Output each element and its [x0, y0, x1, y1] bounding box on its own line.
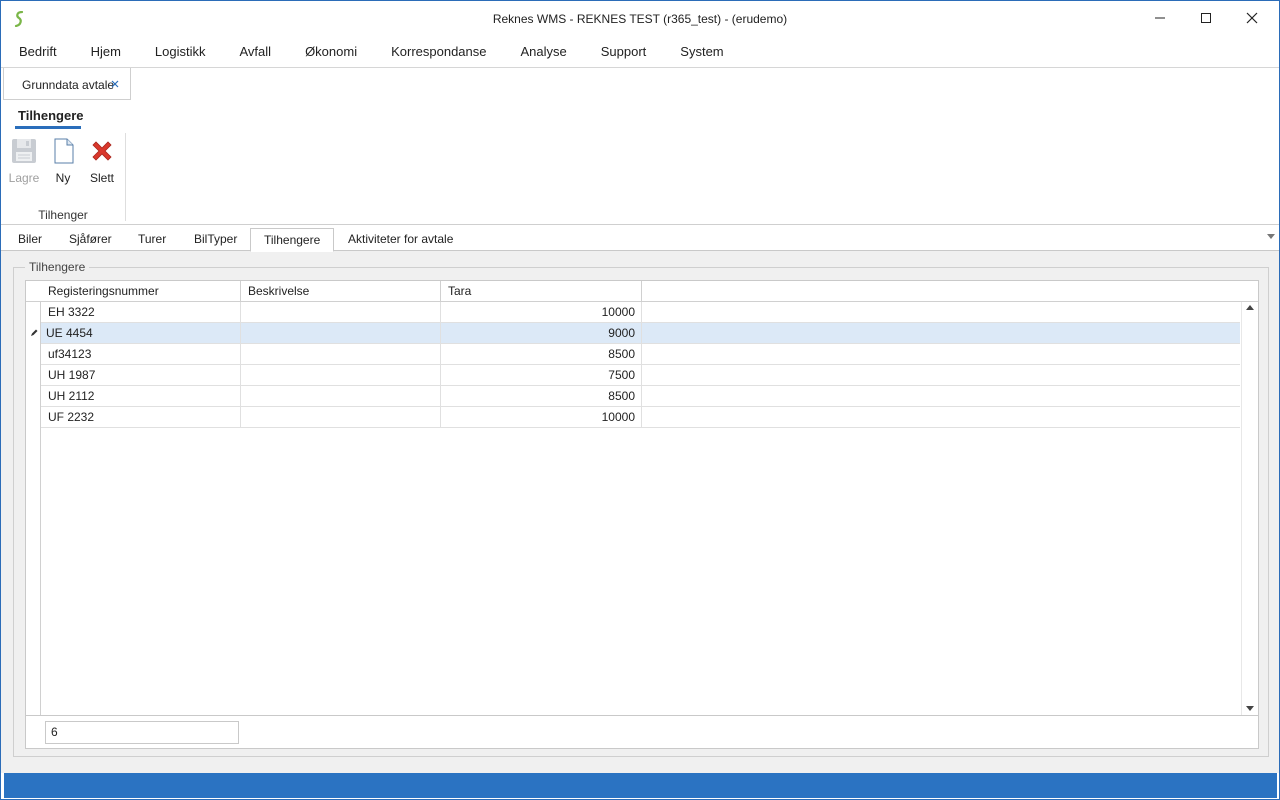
- ribbon-tab-tilhengere[interactable]: Tilhengere: [18, 108, 84, 123]
- new-button-label: Ny: [55, 171, 71, 185]
- groupbox-label: Tilhengere: [25, 260, 90, 274]
- table-row[interactable]: EH 3322 10000: [41, 302, 1240, 323]
- tab-biler[interactable]: Biler: [6, 228, 54, 251]
- save-button-label: Lagre: [8, 171, 40, 185]
- content-area: Biler Sjåfører Turer BilTyper Tilhengere…: [1, 225, 1279, 773]
- ribbon-tab-underline: [15, 126, 81, 129]
- row-count-field: 6: [45, 721, 239, 744]
- column-header-registeringsnummer[interactable]: Registeringsnummer: [41, 281, 241, 301]
- document-tab-label: Grunndata avtale: [22, 78, 115, 92]
- menu-bar: Bedrift Hjem Logistikk Avfall Økonomi Ko…: [1, 39, 1279, 67]
- document-tab-strip: Grunndata avtale: [1, 67, 1279, 100]
- minimize-button[interactable]: [1137, 1, 1183, 35]
- cell-registeringsnummer[interactable]: uf34123: [41, 344, 241, 364]
- tab-tilhengere[interactable]: Tilhengere: [250, 228, 335, 252]
- cell-tara[interactable]: 8500: [441, 386, 642, 406]
- close-button[interactable]: [1229, 1, 1275, 35]
- tab-turer[interactable]: Turer: [126, 228, 178, 251]
- menu-item-analyse[interactable]: Analyse: [504, 39, 584, 67]
- cell-tara[interactable]: 10000: [441, 407, 642, 427]
- menu-item-avfall[interactable]: Avfall: [223, 39, 289, 67]
- tab-close-icon[interactable]: [110, 79, 120, 89]
- vertical-scrollbar[interactable]: [1241, 302, 1258, 715]
- menu-item-hjem[interactable]: Hjem: [74, 39, 138, 67]
- cell-registeringsnummer[interactable]: UH 2112: [41, 386, 241, 406]
- cell-registeringsnummer[interactable]: UE 4454: [41, 323, 241, 343]
- status-bar: [4, 773, 1277, 798]
- row-indicator-column: [26, 281, 41, 715]
- cell-beskrivelse[interactable]: [241, 323, 441, 343]
- menu-item-okonomi[interactable]: Økonomi: [288, 39, 374, 67]
- menu-item-system[interactable]: System: [663, 39, 740, 67]
- tab-sjaforer[interactable]: Sjåfører: [57, 228, 124, 251]
- cell-beskrivelse[interactable]: [241, 344, 441, 364]
- groupbox-tilhengere: Tilhengere Registeringsnummer Beskrivels…: [13, 260, 1269, 757]
- title-bar: Reknes WMS - REKNES TEST (r365_test) - (…: [1, 1, 1279, 37]
- cell-beskrivelse[interactable]: [241, 407, 441, 427]
- ribbon-group-tilhenger: Lagre Ny Slett Tilhenger: [4, 133, 126, 222]
- trailers-grid: Registeringsnummer Beskrivelse Tara EH 3…: [25, 280, 1259, 716]
- cell-tara[interactable]: 10000: [441, 302, 642, 322]
- content-tab-strip: Biler Sjåfører Turer BilTyper Tilhengere…: [1, 225, 1279, 252]
- table-row[interactable]: UE 4454 9000: [41, 323, 1240, 344]
- cell-beskrivelse[interactable]: [241, 365, 441, 385]
- menu-item-logistikk[interactable]: Logistikk: [138, 39, 223, 67]
- cell-beskrivelse[interactable]: [241, 302, 441, 322]
- cell-tara[interactable]: 7500: [441, 365, 642, 385]
- new-document-icon: [54, 138, 74, 164]
- delete-button[interactable]: Slett: [82, 133, 122, 185]
- document-tab-grunndata-avtale[interactable]: Grunndata avtale: [3, 68, 131, 100]
- menu-item-korrespondanse[interactable]: Korrespondanse: [374, 39, 503, 67]
- grid-header: Registeringsnummer Beskrivelse Tara: [26, 281, 1258, 302]
- ribbon-group-label: Tilhenger: [38, 208, 88, 222]
- column-header-beskrivelse[interactable]: Beskrivelse: [241, 281, 441, 301]
- maximize-icon: [1201, 13, 1211, 23]
- tab-biltyper[interactable]: BilTyper: [182, 228, 249, 251]
- window-title: Reknes WMS - REKNES TEST (r365_test) - (…: [492, 12, 788, 26]
- delete-x-icon: [92, 141, 112, 161]
- maximize-button[interactable]: [1183, 1, 1229, 35]
- tab-aktiviteter-for-avtale[interactable]: Aktiviteter for avtale: [336, 228, 465, 251]
- edit-pencil-icon: [31, 329, 38, 336]
- table-row[interactable]: UH 2112 8500: [41, 386, 1240, 407]
- new-button[interactable]: Ny: [43, 133, 83, 185]
- app-window: Reknes WMS - REKNES TEST (r365_test) - (…: [0, 0, 1280, 800]
- cell-beskrivelse[interactable]: [241, 386, 441, 406]
- menu-item-bedrift[interactable]: Bedrift: [2, 39, 74, 67]
- column-header-tara[interactable]: Tara: [441, 281, 642, 301]
- table-row[interactable]: UH 1987 7500: [41, 365, 1240, 386]
- table-row[interactable]: uf34123 8500: [41, 344, 1240, 365]
- minimize-icon: [1155, 17, 1165, 19]
- table-row[interactable]: UF 2232 10000: [41, 407, 1240, 428]
- close-icon: [1246, 12, 1258, 24]
- cell-registeringsnummer[interactable]: UH 1987: [41, 365, 241, 385]
- scroll-up-arrow-icon[interactable]: [1246, 305, 1254, 310]
- save-button[interactable]: Lagre: [4, 133, 44, 185]
- cell-registeringsnummer[interactable]: UF 2232: [41, 407, 241, 427]
- cell-tara[interactable]: 9000: [441, 323, 642, 343]
- tabs-overflow-chevron-down-icon[interactable]: [1267, 234, 1275, 239]
- delete-button-label: Slett: [89, 171, 114, 185]
- menu-item-support[interactable]: Support: [584, 39, 664, 67]
- floppy-disk-icon: [12, 139, 36, 163]
- scroll-down-arrow-icon[interactable]: [1246, 706, 1254, 711]
- grid-footer: 6: [25, 716, 1259, 749]
- cell-tara[interactable]: 8500: [441, 344, 642, 364]
- cell-registeringsnummer[interactable]: EH 3322: [41, 302, 241, 322]
